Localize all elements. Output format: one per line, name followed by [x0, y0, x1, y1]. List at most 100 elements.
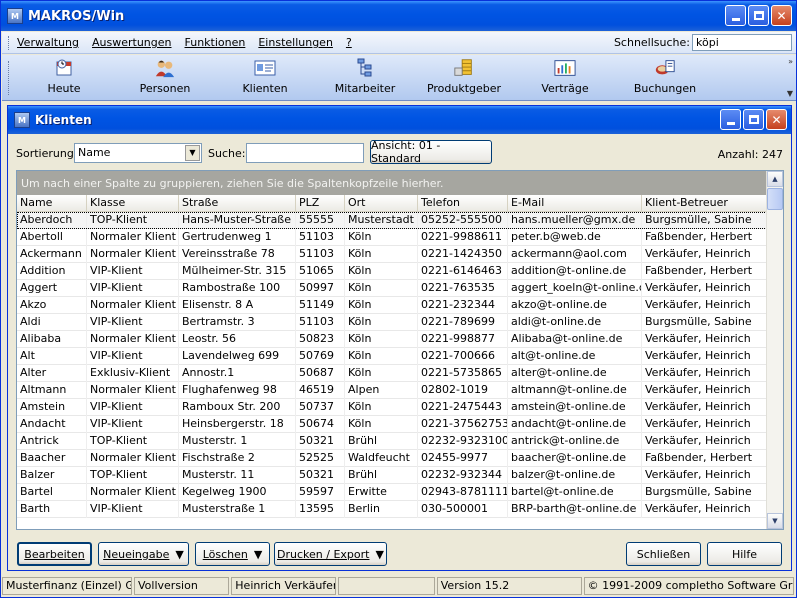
cell-plz: 52525 — [296, 450, 345, 467]
toolbar-vertraege-button[interactable]: Verträge — [520, 58, 610, 98]
window-title: Klienten — [35, 113, 92, 127]
table-row[interactable]: Ackermann Normaler Klient Vereinsstraße 78… — [17, 246, 767, 263]
toolbar-buchungen-label: Buchungen — [633, 82, 697, 95]
cell-betreuer: Verkäufer, Heinrich — [642, 382, 767, 399]
table-row[interactable]: Balzer TOP-Klient Musterstr. 11 50321 Brühl 0… — [17, 467, 767, 484]
cell-name: Baacher — [17, 450, 87, 467]
toolbar-overflow-icon[interactable]: » — [788, 57, 793, 66]
cell-betreuer: Verkäufer, Heinrich — [642, 348, 767, 365]
cell-klasse: VIP-Klient — [87, 399, 179, 416]
new-button[interactable]: Neueingabe ▼ — [98, 542, 189, 566]
title-bar: M MAKROS/Win ✕ — [1, 1, 796, 31]
cell-plz: 51149 — [296, 297, 345, 314]
cell-name: Ackermann — [17, 246, 87, 263]
cell-plz: 50997 — [296, 280, 345, 297]
grid-scrollbar[interactable]: ▲ ▼ — [766, 171, 783, 529]
minimize-button[interactable] — [725, 5, 746, 26]
quicksearch-input[interactable]: köpi — [692, 34, 792, 51]
table-row[interactable]: Aggert VIP-Klient Rambostraße 100 50997 Köln… — [17, 280, 767, 297]
print-export-button[interactable]: Drucken / Export ▼ — [274, 542, 387, 566]
toolbar-heute-button[interactable]: Heute — [19, 58, 109, 98]
table-row[interactable]: Alter Exklusiv-Klient Annostr.1 50687 Köln 02… — [17, 365, 767, 382]
sort-select-value: Name — [78, 146, 111, 159]
column-header-telefon[interactable]: Telefon — [418, 195, 508, 212]
cell-email: alt@t-online.de — [508, 348, 642, 365]
menu-einstellungen[interactable]: Einstellungen — [258, 36, 333, 49]
toolbar-klienten-button[interactable]: Klienten — [220, 58, 310, 98]
cell-telefon: 0221-1424350 — [418, 246, 508, 263]
column-header-plz[interactable]: PLZ — [296, 195, 345, 212]
close-window-button[interactable]: Schließen — [626, 542, 701, 566]
inner-minimize-button[interactable] — [720, 109, 741, 130]
status-company: Musterfinanz (Einzel) Gmb — [2, 577, 132, 595]
table-row[interactable]: Aberdoch TOP-Klient Hans-Muster-Straße 2 55… — [17, 212, 767, 229]
menu-auswertungen[interactable]: Auswertungen — [92, 36, 172, 49]
help-button[interactable]: Hilfe — [707, 542, 782, 566]
calendar-icon — [53, 58, 75, 78]
cell-telefon: 0221-700666 — [418, 348, 508, 365]
clients-grid: Um nach einer Spalte zu gruppieren, zieh… — [16, 170, 784, 530]
close-button[interactable]: ✕ — [771, 5, 792, 26]
table-row[interactable]: Andacht VIP-Klient Heinsbergerstr. 18 50674… — [17, 416, 767, 433]
table-row[interactable]: Altmann Normaler Klient Flughafenweg 98 465… — [17, 382, 767, 399]
menu-verwaltung[interactable]: Verwaltung — [17, 36, 79, 49]
toolbar-personen-button[interactable]: Personen — [120, 58, 210, 98]
chevron-down-icon[interactable]: ▼ — [185, 145, 200, 161]
grid-rows: Aberdoch TOP-Klient Hans-Muster-Straße 2 55… — [17, 212, 767, 518]
cell-plz: 50674 — [296, 416, 345, 433]
table-row[interactable]: Barth VIP-Klient Musterstraße 1 13595 Berlin… — [17, 501, 767, 518]
cell-klasse: Normaler Klient — [87, 246, 179, 263]
view-button[interactable]: Ansicht: 01 - Standard — [370, 139, 492, 165]
cell-name: Aberdoch — [17, 212, 87, 229]
cell-plz: 50321 — [296, 467, 345, 484]
toolbar-buchungen-button[interactable]: Buchungen — [620, 58, 710, 98]
toolbar-produktgeber-label: Produktgeber — [426, 82, 502, 95]
cell-klasse: TOP-Klient — [87, 467, 179, 484]
table-row[interactable]: Abertoll Normaler Klient Gertrudenweg 1 511… — [17, 229, 767, 246]
status-bar: Musterfinanz (Einzel) Gmb Vollversion He… — [2, 577, 796, 597]
column-header-email[interactable]: E-Mail — [508, 195, 642, 212]
table-row[interactable]: Akzo Normaler Klient Elisenstr. 8 A 51149 Kö… — [17, 297, 767, 314]
toolbar-options-icon[interactable]: ▼ — [787, 89, 793, 98]
cell-telefon: 05252-555500 — [418, 212, 508, 229]
inner-close-button[interactable]: ✕ — [766, 109, 787, 130]
cell-telefon: 030-500001 — [418, 501, 508, 518]
menu-funktionen[interactable]: Funktionen — [185, 36, 246, 49]
table-row[interactable]: Alibaba Normaler Klient Leostr. 56 50823 Köl… — [17, 331, 767, 348]
column-header-klasse[interactable]: Klasse — [87, 195, 179, 212]
toolbar-mitarbeiter-button[interactable]: Mitarbeiter — [320, 58, 410, 98]
cell-plz: 59597 — [296, 484, 345, 501]
delete-button[interactable]: Löschen ▼ — [195, 542, 270, 566]
table-row[interactable]: Antrick TOP-Klient Musterstr. 1 50321 Brühl 0… — [17, 433, 767, 450]
cell-telefon: 0221-5735865 — [418, 365, 508, 382]
toolbar-produktgeber-button[interactable]: Produktgeber — [419, 58, 509, 98]
column-header-ort[interactable]: Ort — [345, 195, 418, 212]
inner-maximize-button[interactable] — [743, 109, 764, 130]
scroll-thumb[interactable] — [767, 188, 783, 210]
cell-klasse: VIP-Klient — [87, 501, 179, 518]
table-row[interactable]: Aldi VIP-Klient Bertramstr. 3 51103 Köln 0221… — [17, 314, 767, 331]
column-header-strasse[interactable]: Straße — [179, 195, 296, 212]
table-row[interactable]: Addition VIP-Klient Mülheimer-Str. 315 5106… — [17, 263, 767, 280]
group-by-panel[interactable]: Um nach einer Spalte zu gruppieren, zieh… — [17, 171, 767, 195]
grid-header: Name Klasse Straße PLZ Ort Telefon E-Mai… — [17, 195, 767, 212]
cell-ort: Waldfeucht — [345, 450, 418, 467]
search-input[interactable] — [246, 143, 364, 163]
minimize-icon — [731, 18, 740, 21]
table-row[interactable]: Baacher Normaler Klient Fischstraße 2 52525… — [17, 450, 767, 467]
scroll-up-icon[interactable]: ▲ — [767, 171, 783, 187]
sort-select[interactable]: Name ▼ — [74, 143, 202, 163]
toolbar-grip[interactable] — [8, 61, 11, 95]
scroll-down-icon[interactable]: ▼ — [767, 513, 783, 529]
table-row[interactable]: Amstein VIP-Klient Ramboux Str. 200 50737 Kö… — [17, 399, 767, 416]
menu-help[interactable]: ? — [346, 36, 352, 49]
maximize-button[interactable] — [748, 5, 769, 26]
column-header-betreuer[interactable]: Klient-Betreuer — [642, 195, 767, 212]
table-row[interactable]: Alt VIP-Klient Lavendelweg 699 50769 Köln 022… — [17, 348, 767, 365]
table-row[interactable]: Bartel Normaler Klient Kegelweg 1900 59597 E… — [17, 484, 767, 501]
cell-email: BRP-barth@t-online.de — [508, 501, 642, 518]
edit-button[interactable]: Bearbeiten — [17, 542, 92, 566]
column-header-name[interactable]: Name — [17, 195, 87, 212]
cell-email: aggert_koeln@t-online.de — [508, 280, 642, 297]
menu-grip[interactable] — [8, 35, 11, 50]
